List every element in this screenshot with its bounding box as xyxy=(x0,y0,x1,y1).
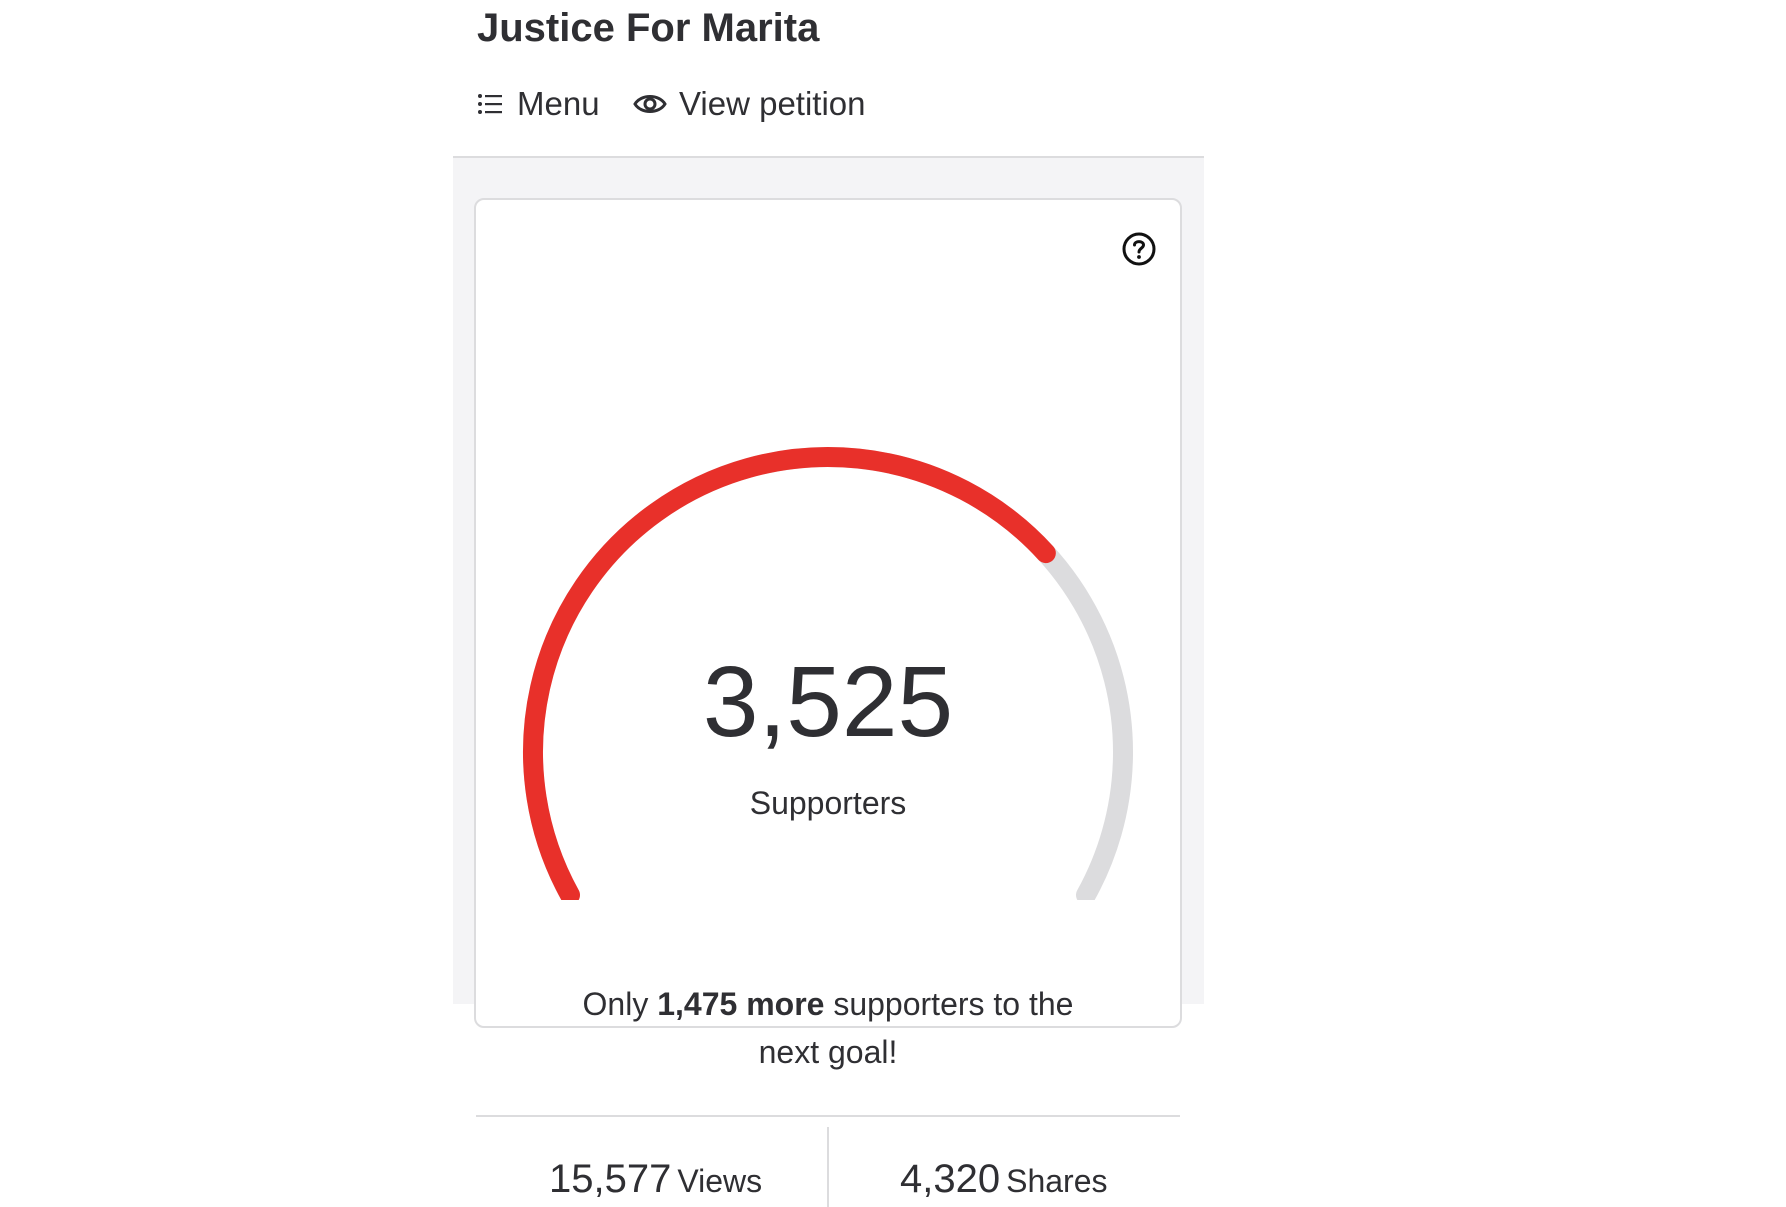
stats-separator xyxy=(827,1127,829,1207)
view-petition-label: View petition xyxy=(679,85,866,122)
views-stat: 15,577 Views xyxy=(549,1157,762,1202)
list-icon xyxy=(477,93,503,115)
views-label: Views xyxy=(677,1163,763,1199)
supporters-card: 3,525 Supporters Only 1,475 more support… xyxy=(474,198,1182,1207)
eye-icon xyxy=(633,91,667,117)
shares-stat: 4,320 Shares xyxy=(900,1157,1108,1202)
stats-divider xyxy=(476,1115,1180,1117)
goal-remaining-count: 1,475 more xyxy=(657,986,825,1022)
shares-label: Shares xyxy=(1006,1163,1108,1199)
menu-button[interactable]: Menu xyxy=(477,82,600,126)
page-title: Justice For Marita xyxy=(477,6,820,50)
view-petition-button[interactable]: View petition xyxy=(633,82,866,126)
menu-label: Menu xyxy=(517,85,600,122)
supporters-count: 3,525 xyxy=(702,646,954,758)
goal-message: Only 1,475 more supporters to the next g… xyxy=(566,980,1090,1076)
page-header: Justice For Marita Menu View petition xyxy=(453,0,1204,158)
supporters-label: Supporters xyxy=(749,785,907,821)
shares-count: 4,320 xyxy=(900,1157,1001,1201)
views-count: 15,577 xyxy=(549,1157,672,1201)
petition-dashboard-column: Justice For Marita Menu View petition 3,… xyxy=(453,0,1204,1207)
goal-message-prefix: Only xyxy=(582,986,658,1022)
